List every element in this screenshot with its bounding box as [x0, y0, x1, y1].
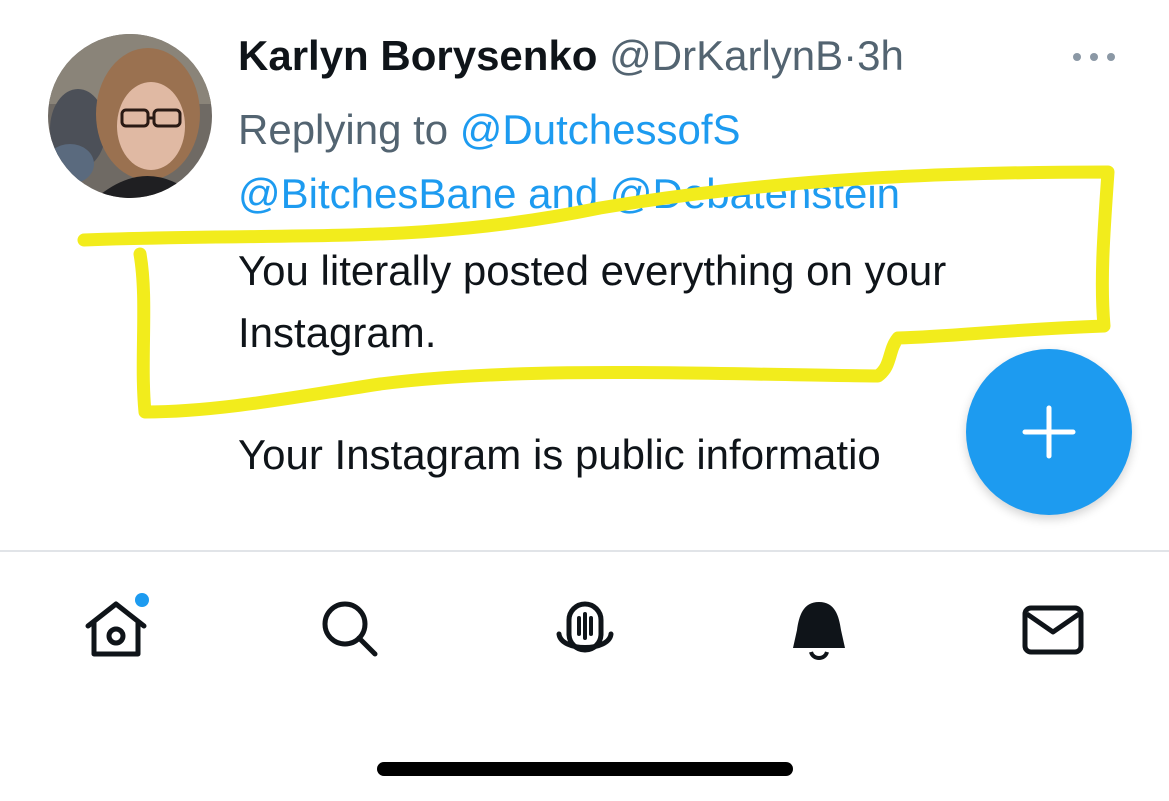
tweet-text-line1: You literally posted everything on your — [238, 247, 947, 294]
replying-label: Replying to — [238, 106, 449, 153]
plus-icon — [1022, 405, 1076, 459]
home-icon — [85, 593, 149, 657]
tab-bar-divider — [0, 550, 1169, 552]
separator-dot: · — [843, 32, 858, 79]
avatar-image — [48, 34, 212, 198]
replying-to: Replying to @DutchessofS @BitchesBane an… — [238, 98, 1078, 226]
tweet-text: You literally posted everything on your … — [238, 240, 1088, 364]
tab-notifications[interactable] — [779, 590, 859, 670]
messages-icon — [1022, 605, 1084, 655]
reply-and-label: and — [528, 170, 599, 217]
tab-search[interactable] — [309, 590, 389, 670]
tweet-timestamp[interactable]: 3h — [857, 32, 904, 79]
tab-home[interactable] — [76, 590, 156, 670]
tweet-text-paragraph2: Your Instagram is public informatio — [238, 431, 881, 478]
compose-button[interactable] — [966, 349, 1132, 515]
tab-spaces[interactable] — [545, 590, 625, 670]
tab-messages[interactable] — [1013, 590, 1093, 670]
tweet-header: Karlyn Borysenko @DrKarlynB·3h — [238, 30, 904, 82]
tweet-text-line2: Instagram. — [238, 309, 437, 356]
author-handle[interactable]: @DrKarlynB — [609, 32, 843, 79]
avatar[interactable] — [48, 34, 212, 198]
more-options-icon[interactable] — [1072, 52, 1116, 62]
spaces-icon — [556, 601, 614, 653]
author-name[interactable]: Karlyn Borysenko — [238, 32, 597, 79]
notifications-icon — [793, 602, 845, 660]
reply-mention-dutchessofs[interactable]: @DutchessofS — [460, 106, 741, 153]
search-icon — [322, 601, 378, 657]
reply-mention-bitchesbane[interactable]: @BitchesBane — [238, 170, 516, 217]
reply-mention-debatenstein[interactable]: @Debatenstein — [610, 170, 900, 217]
home-indicator[interactable] — [377, 762, 793, 776]
